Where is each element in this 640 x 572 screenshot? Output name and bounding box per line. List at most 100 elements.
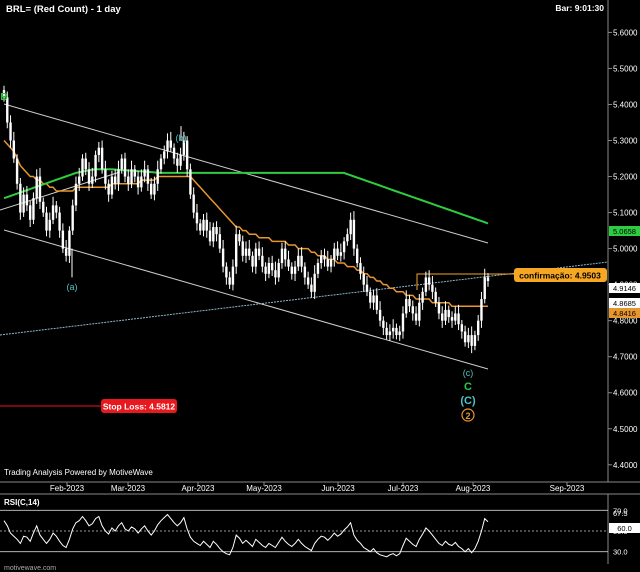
candle-body <box>163 151 166 159</box>
candle-body <box>342 241 346 253</box>
candle-body <box>264 266 267 274</box>
candle-body <box>349 219 352 235</box>
candle-body <box>382 320 385 328</box>
candle-body <box>346 234 349 242</box>
candle-body <box>398 331 401 336</box>
candle-body <box>107 183 110 195</box>
candle-body <box>61 230 65 249</box>
wave-b-label: (b) <box>176 133 187 143</box>
candle-body <box>38 176 42 202</box>
candle-body <box>418 302 421 321</box>
candle-body <box>421 291 424 303</box>
candle-body <box>333 248 336 260</box>
candle-body <box>19 183 22 213</box>
wave-B-label: B <box>0 92 7 103</box>
time-tick-label: Aug-2023 <box>456 484 491 493</box>
wave-a-label: (a) <box>67 282 78 292</box>
candle-body <box>460 324 464 332</box>
price-tick-label: 5.5000 <box>613 64 638 73</box>
candle-body <box>408 299 411 307</box>
wave-2-label: 2 <box>465 411 470 421</box>
candle-body <box>316 263 320 274</box>
candle-body <box>297 255 300 267</box>
candle-body <box>378 309 382 321</box>
candle-body <box>78 176 81 184</box>
candle-body <box>159 158 163 170</box>
candle-body <box>91 176 94 184</box>
candle-body <box>470 335 473 346</box>
candle-body <box>313 273 316 292</box>
candle-body <box>218 234 222 249</box>
candle-body <box>199 223 202 231</box>
candle-body <box>123 158 127 177</box>
candle-body <box>143 169 146 177</box>
candle-body <box>385 327 388 336</box>
candle-body <box>450 317 454 321</box>
candle-body <box>480 299 483 321</box>
confirmation-label: confirmação: 4.9503 <box>519 271 601 281</box>
candle-body <box>306 277 310 285</box>
time-tick-label: Feb-2023 <box>50 484 85 493</box>
orange-sma-tag-value: 4.8416 <box>613 309 636 318</box>
channel-lines <box>0 103 609 370</box>
candle-body <box>48 219 51 231</box>
candle-body <box>241 241 244 256</box>
candle-body <box>215 226 218 235</box>
candle-body <box>336 248 339 256</box>
candle-body <box>395 327 398 336</box>
rsi-value-tag-value: 60.0 <box>617 524 632 533</box>
candle-body <box>352 219 356 249</box>
time-tick-label: Jul-2023 <box>388 484 419 493</box>
price-tick-label: 4.7000 <box>613 353 638 362</box>
candle-body <box>22 194 25 213</box>
candle-body <box>185 140 189 170</box>
candle-body <box>9 122 12 141</box>
candle-body <box>133 169 137 177</box>
candle-body <box>303 266 307 278</box>
green-sma-tag-value: 5.0658 <box>613 227 636 236</box>
price-tick-label: 4.4000 <box>613 461 638 470</box>
candle-body <box>149 183 153 195</box>
candle-body <box>228 277 231 285</box>
candle-body <box>87 169 91 184</box>
stop-loss-level: Stop Loss: 4.5812 <box>0 399 177 413</box>
candle-body <box>414 313 418 321</box>
candle-body <box>127 176 130 184</box>
price-axis-ticks: 5.6000 5.5000 5.4000 5.3000 5.2000 5.1000 5.00… <box>608 28 638 470</box>
candle-body <box>454 313 457 321</box>
candle-body <box>68 230 71 256</box>
time-tick-label: Apr-2023 <box>182 484 215 493</box>
candle-body <box>110 176 114 195</box>
price-tick-label: 5.2000 <box>613 173 638 182</box>
candle-body <box>172 147 176 159</box>
candle-body <box>146 169 150 184</box>
candle-body <box>369 291 372 303</box>
candle-body <box>424 277 428 292</box>
candle-body <box>280 248 284 264</box>
candle-body <box>100 147 104 170</box>
candle-body <box>441 313 444 321</box>
candle-body <box>483 277 486 300</box>
candle-body <box>388 331 392 336</box>
candle-body <box>329 259 333 267</box>
confirmation-level: confirmação: 4.9503 <box>416 268 607 290</box>
candle-body <box>238 234 241 242</box>
candle-body <box>457 313 460 325</box>
candle-body <box>15 158 19 184</box>
candle-body <box>254 248 258 267</box>
candle-body <box>120 158 123 170</box>
candle-body <box>437 302 441 314</box>
candle-body <box>64 248 68 256</box>
candle-body <box>251 255 254 267</box>
candle-body <box>55 205 58 213</box>
candle-body <box>467 335 470 343</box>
candle-body <box>434 291 437 303</box>
candle-body <box>323 255 326 260</box>
candle-body <box>32 198 35 220</box>
candle-body <box>192 194 195 213</box>
candle-body <box>405 299 408 314</box>
candle-body <box>476 320 480 336</box>
candle-body <box>287 259 290 267</box>
candle-body <box>431 284 434 292</box>
candle-body <box>51 205 55 220</box>
